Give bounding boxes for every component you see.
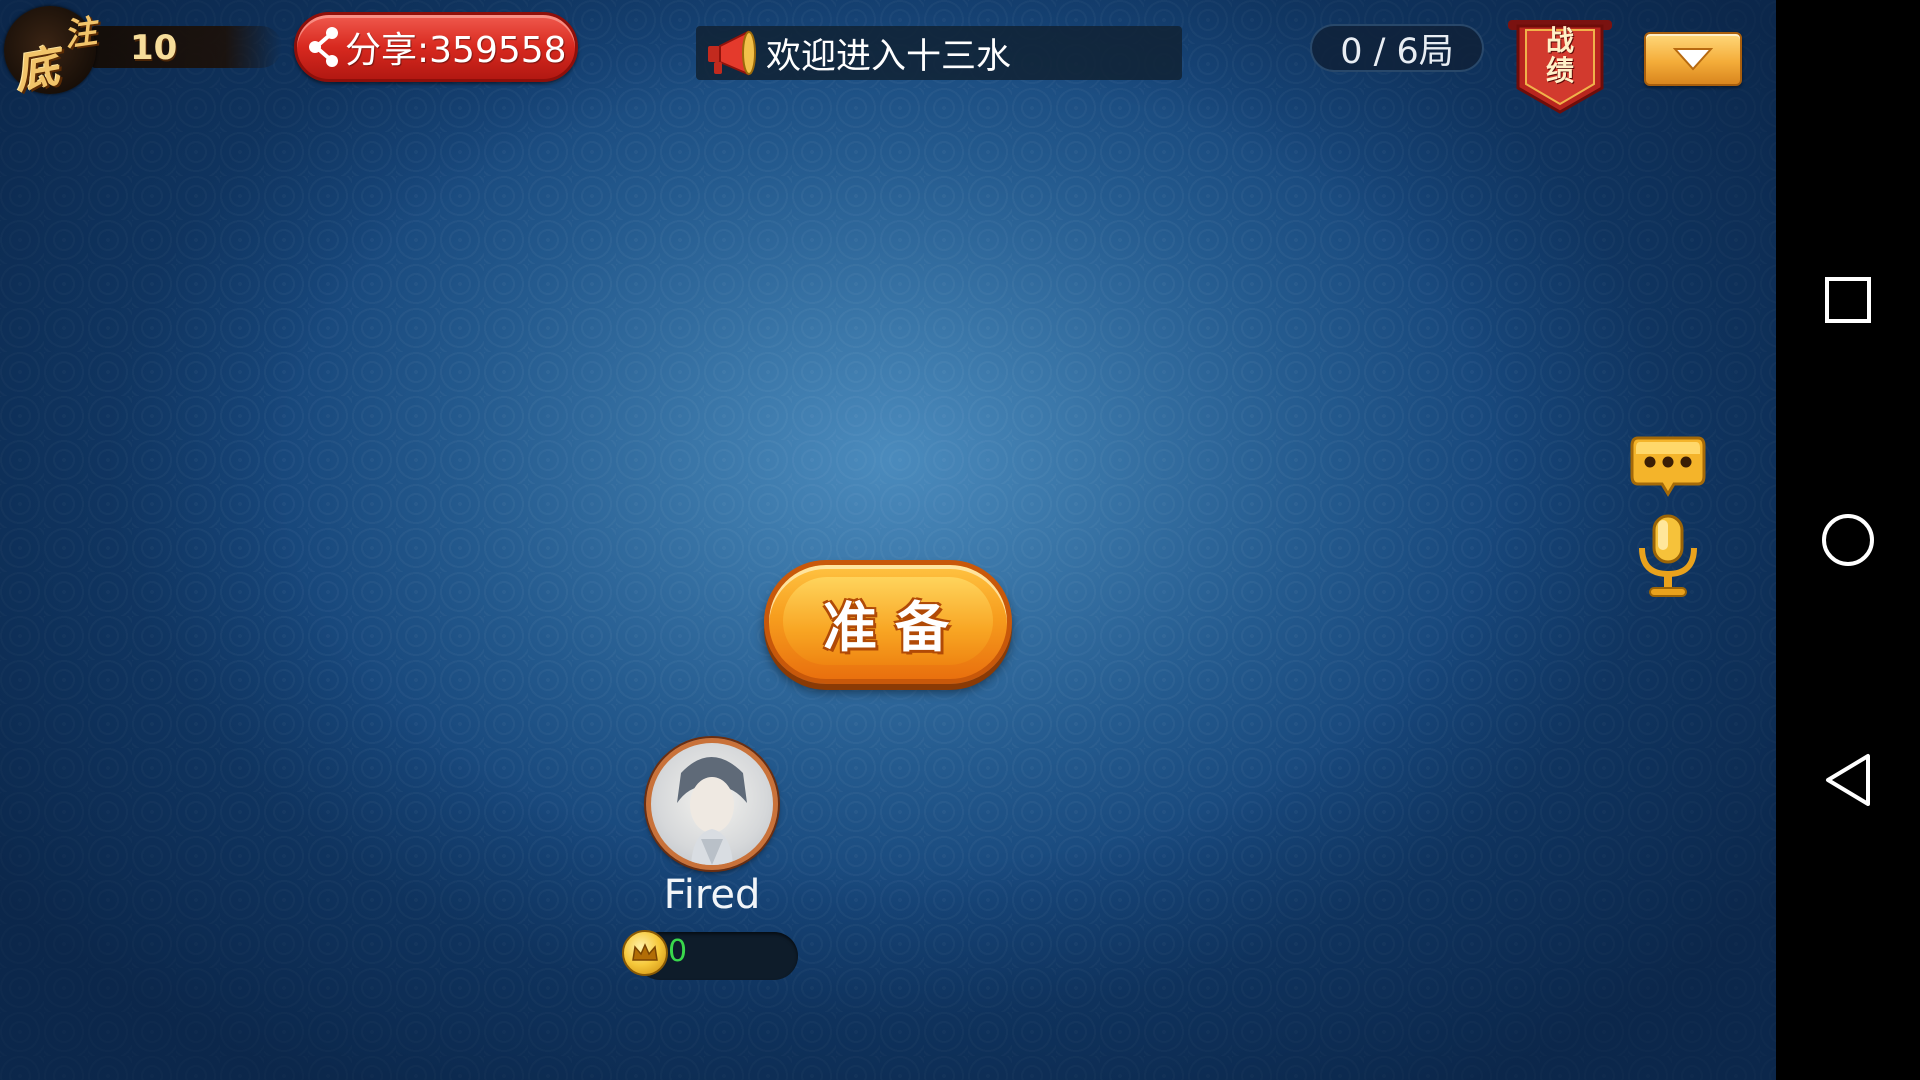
square-icon (1825, 277, 1871, 323)
coin-value: 0 (668, 934, 688, 969)
notice-bar: 欢迎进入十三水 (696, 26, 1182, 80)
game-table (0, 0, 1776, 1080)
nav-back-button[interactable] (1808, 740, 1888, 820)
share-label: 分享:359558 (345, 30, 567, 71)
microphone-icon (1639, 514, 1697, 597)
nav-recents-button[interactable] (1808, 260, 1888, 340)
game-screen: 底 注 10 分享:359558 欢迎进入十三水 0 / 6局 战 绩 准备 F… (0, 0, 1920, 1080)
record-label-line-2: 绩 (1545, 54, 1574, 87)
bet-badge: 底 注 (4, 4, 110, 99)
player-name: Fired (663, 872, 761, 918)
megaphone-icon (708, 30, 756, 76)
voice-button[interactable] (1634, 512, 1702, 604)
share-button[interactable]: 分享:359558 (294, 12, 578, 82)
record-label-line-1: 战 (1545, 24, 1574, 57)
triangle-back-icon (1826, 754, 1870, 806)
ready-label: 准备 (823, 595, 967, 659)
round-counter: 0 / 6局 (1310, 24, 1484, 72)
menu-dropdown-button[interactable] (1644, 32, 1742, 86)
bet-value: 10 (130, 28, 178, 68)
player-avatar[interactable] (646, 738, 778, 870)
chevron-down-icon (1673, 48, 1713, 71)
chat-bubble-icon (1630, 436, 1706, 497)
share-icon (309, 27, 338, 67)
crown-icon (632, 943, 658, 961)
circle-icon (1822, 514, 1874, 566)
notice-text: 欢迎进入十三水 (766, 36, 1012, 77)
record-button[interactable]: 战 绩 (1504, 18, 1616, 114)
system-nav-bar (1776, 0, 1920, 1080)
record-label: 战 绩 (1540, 26, 1580, 86)
chat-button[interactable] (1628, 432, 1708, 502)
bet-brush-background (92, 26, 282, 68)
avatar-image (677, 757, 747, 865)
nav-home-button[interactable] (1808, 500, 1888, 580)
ready-button[interactable]: 准备 (764, 560, 1012, 684)
crown-coin-icon (622, 930, 668, 976)
bet-label-char-2: 注 (61, 11, 99, 55)
